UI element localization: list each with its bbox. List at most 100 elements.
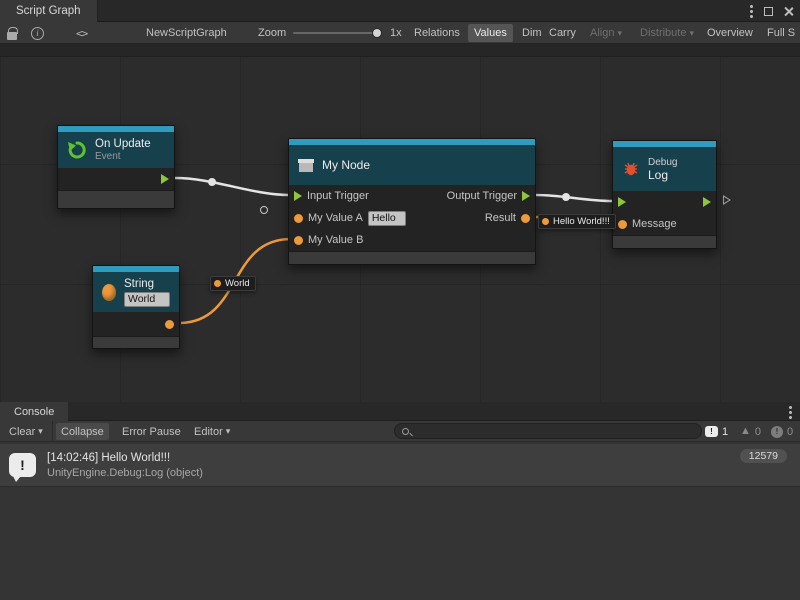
wire-value-badge: World: [210, 276, 256, 291]
trigger-output-port[interactable]: [161, 174, 169, 184]
relations-button[interactable]: Relations: [410, 22, 464, 44]
graph-toolbar: i <> NewScriptGraph Zoom 1x Relations Va…: [0, 22, 800, 44]
log-line-1: [14:02:46] Hello World!!!: [47, 452, 203, 464]
unconnected-port-icon: [260, 206, 268, 214]
console-search[interactable]: [394, 423, 702, 439]
trigger-wire-onupdate-to-mynode[interactable]: [175, 178, 289, 195]
debug-input-trigger-port[interactable]: [618, 197, 626, 207]
message-port[interactable]: [618, 220, 627, 229]
on-update-node[interactable]: On Update Event: [57, 125, 175, 209]
edit-script-icon[interactable]: <>: [76, 22, 87, 44]
node-footer: [613, 235, 716, 248]
values-button[interactable]: Values: [468, 24, 513, 42]
window-menu-icon[interactable]: [750, 5, 753, 18]
zoom-label: Zoom: [258, 22, 286, 44]
unity-editor-window: Script Graph i <> NewScriptGraph Zoom 1x…: [0, 0, 800, 600]
tab-label: Script Graph: [16, 5, 81, 17]
zoom-slider[interactable]: [293, 22, 379, 44]
node-category: Debug: [648, 157, 677, 168]
log-message-icon: !: [9, 453, 36, 477]
tab-console[interactable]: Console: [0, 402, 68, 421]
port-label: My Value A: [308, 212, 363, 224]
log-entry[interactable]: ! [14:02:46] Hello World!!! UnityEngine.…: [0, 444, 800, 487]
wire-value-badge: Hello World!!!: [538, 214, 616, 229]
graph-canvas[interactable]: On Update Event My Node Input Trigger Ou…: [0, 44, 800, 402]
node-header: String: [93, 272, 179, 312]
warning-count: 0: [755, 426, 761, 438]
node-header: My Node: [289, 145, 535, 185]
node-footer: [289, 251, 535, 264]
node-subtitle: Event: [95, 151, 151, 162]
trigger-wire-mynode-to-debug[interactable]: [536, 195, 612, 201]
node-title: My Node: [322, 158, 370, 172]
console-menu-icon[interactable]: [789, 406, 792, 419]
string-value-input[interactable]: [124, 292, 170, 307]
search-input[interactable]: [414, 425, 694, 437]
info-count-toggle[interactable]: ! 1: [705, 421, 728, 442]
port-label: Message: [632, 218, 677, 230]
zoom-value: 1x: [390, 22, 402, 44]
collapse-toggle[interactable]: Collapse: [56, 423, 109, 440]
info-icon[interactable]: i: [31, 22, 44, 44]
distribute-dropdown[interactable]: Distribute: [636, 22, 698, 44]
node-footer: [93, 336, 179, 348]
console-log-list[interactable]: ! [14:02:46] Hello World!!! UnityEngine.…: [0, 442, 800, 600]
input-trigger-port[interactable]: [294, 191, 302, 201]
log-line-2: UnityEngine.Debug:Log (object): [47, 467, 203, 479]
align-dropdown[interactable]: Align: [586, 22, 626, 44]
error-icon: !: [771, 426, 783, 438]
window-controls: [750, 0, 794, 22]
debug-output-trigger-port[interactable]: [703, 197, 711, 207]
warning-icon: ▲: [740, 426, 751, 437]
value-dot-icon: [542, 218, 549, 225]
tab-script-graph[interactable]: Script Graph: [0, 0, 98, 22]
editor-dropdown[interactable]: Editor: [189, 421, 235, 442]
my-value-a-input[interactable]: [368, 211, 406, 226]
info-icon: !: [705, 426, 718, 437]
console-tabbar: Console: [0, 402, 800, 421]
info-count: 1: [722, 426, 728, 438]
graph-name-label: NewScriptGraph: [146, 22, 227, 44]
result-port[interactable]: [521, 214, 530, 223]
warning-count-toggle[interactable]: ▲ 0: [740, 421, 761, 442]
node-header: On Update Event: [58, 132, 174, 168]
overview-button[interactable]: Overview: [703, 22, 757, 44]
event-loop-icon: [67, 140, 87, 160]
maximize-icon[interactable]: [764, 7, 773, 16]
my-value-a-port[interactable]: [294, 214, 303, 223]
node-title: On Update: [95, 138, 151, 150]
lock-icon[interactable]: [7, 22, 17, 44]
string-output-port[interactable]: [165, 320, 174, 329]
close-icon[interactable]: [784, 6, 794, 16]
fullscreen-button[interactable]: Full S: [763, 22, 799, 44]
console-panel: Console Clear Collapse Error Pause Edito…: [0, 402, 800, 600]
my-value-b-port[interactable]: [294, 236, 303, 245]
collapse-count-badge: 12579: [740, 449, 787, 463]
error-pause-toggle[interactable]: Error Pause: [117, 421, 186, 442]
bug-icon: [622, 161, 640, 177]
error-count: 0: [787, 426, 793, 438]
zoom-slider-handle[interactable]: [372, 28, 382, 38]
clear-button[interactable]: Clear: [4, 421, 48, 442]
string-node[interactable]: String: [92, 265, 180, 349]
wire-value-label: Hello World!!!: [553, 216, 610, 227]
port-label: My Value B: [308, 234, 363, 246]
port-label: Output Trigger: [447, 190, 517, 202]
dim-button[interactable]: Dim: [518, 22, 546, 44]
node-title: String: [124, 278, 170, 290]
console-toolbar: Clear Collapse Error Pause Editor ! 1 ▲ …: [0, 421, 800, 442]
port-label: Input Trigger: [307, 190, 369, 202]
error-count-toggle[interactable]: ! 0: [771, 421, 793, 442]
my-node[interactable]: My Node Input Trigger Output Trigger My …: [288, 138, 536, 265]
debug-log-node[interactable]: Debug Log Message: [612, 140, 717, 249]
output-trigger-port[interactable]: [522, 191, 530, 201]
value-dot-icon: [214, 280, 221, 287]
string-literal-icon: [102, 284, 116, 301]
wire-dot: [562, 193, 570, 201]
carry-button[interactable]: Carry: [545, 22, 580, 44]
carry-arrow-icon: [723, 195, 731, 205]
wire-dot: [208, 178, 216, 186]
window-titlebar: Script Graph: [0, 0, 800, 22]
node-title: Log: [648, 168, 677, 182]
wire-value-label: World: [225, 278, 250, 289]
